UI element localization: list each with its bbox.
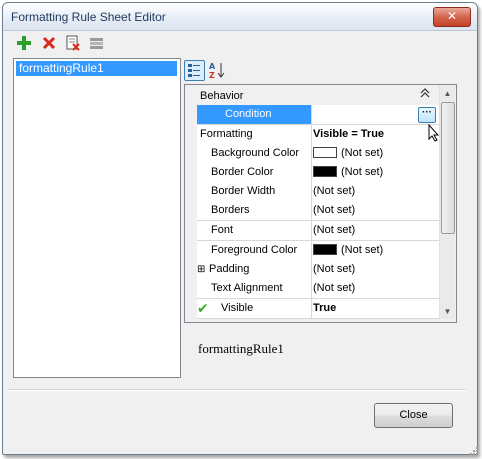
- grid-gutter: [186, 105, 197, 319]
- svg-text:Z: Z: [209, 71, 215, 80]
- prop-name: ✔ Visible: [197, 299, 312, 318]
- expand-icon[interactable]: ⊞: [197, 260, 205, 279]
- prop-value[interactable]: Visible = True: [313, 125, 439, 144]
- prop-row-padding[interactable]: ⊞ Padding (Not set): [197, 260, 439, 280]
- prop-name: Border Color: [197, 163, 312, 182]
- prop-name: Text Alignment: [197, 279, 312, 298]
- prop-value[interactable]: (Not set): [313, 201, 439, 220]
- prop-row-background-color[interactable]: Background Color (Not set): [197, 144, 439, 164]
- window-close-button[interactable]: ✕: [433, 7, 471, 27]
- delete-document-icon: [66, 35, 80, 51]
- prop-row-condition[interactable]: Condition ···: [197, 105, 439, 125]
- check-icon: ✔: [197, 300, 209, 316]
- color-swatch: [313, 146, 337, 158]
- prop-value[interactable]: (Not set): [313, 241, 439, 260]
- scroll-thumb[interactable]: [441, 102, 455, 234]
- clear-icon: [90, 38, 103, 49]
- prop-row-border-color[interactable]: Border Color (Not set): [197, 163, 439, 183]
- title-bar[interactable]: Formatting Rule Sheet Editor ✕: [3, 3, 477, 31]
- category-behavior[interactable]: Behavior: [186, 86, 440, 105]
- collapse-icon[interactable]: [420, 88, 430, 101]
- scroll-down-icon[interactable]: ▼: [440, 304, 455, 319]
- prop-name: Foreground Color: [197, 241, 312, 260]
- color-swatch: [313, 165, 337, 177]
- add-rule-button[interactable]: [14, 33, 34, 53]
- clear-rules-button[interactable]: [87, 33, 107, 53]
- ellipsis-button[interactable]: ···: [418, 107, 436, 123]
- prop-name: Condition: [197, 105, 312, 124]
- window-title: Formatting Rule Sheet Editor: [11, 10, 166, 24]
- prop-value[interactable]: (Not set): [313, 144, 439, 163]
- prop-row-borders[interactable]: Borders (Not set): [197, 201, 439, 221]
- prop-row-foreground-color[interactable]: Foreground Color (Not set): [197, 241, 439, 261]
- prop-value[interactable]: (Not set): [313, 260, 439, 279]
- close-button[interactable]: Close: [374, 403, 453, 428]
- delete-icon: [42, 36, 56, 50]
- resize-grip-icon[interactable]: [469, 446, 479, 456]
- category-label: Behavior: [200, 90, 244, 102]
- categorized-icon: [188, 64, 200, 77]
- prop-value[interactable]: (Not set): [313, 279, 439, 298]
- prop-row-border-width[interactable]: Border Width (Not set): [197, 182, 439, 202]
- prop-name: Border Width: [197, 182, 312, 201]
- prop-value[interactable]: (Not set): [313, 163, 439, 182]
- rules-list[interactable]: formattingRule1: [13, 58, 181, 378]
- prop-row-visible[interactable]: ✔ Visible True: [197, 299, 439, 319]
- delete-document-button[interactable]: [63, 33, 83, 53]
- prop-value[interactable]: (Not set): [313, 221, 439, 240]
- prop-name: Font: [197, 221, 312, 240]
- sort-az-icon: AZ: [209, 62, 225, 80]
- mouse-cursor-icon: [428, 124, 440, 142]
- prop-name: ⊞ Padding: [197, 260, 312, 279]
- prop-name: Background Color: [197, 144, 312, 163]
- prop-row-font[interactable]: Font (Not set): [197, 221, 439, 241]
- plus-icon: [17, 36, 31, 50]
- rule-preview: formattingRule1: [198, 341, 284, 356]
- prop-row-text-alignment[interactable]: Text Alignment (Not set): [197, 279, 439, 299]
- remove-rule-button[interactable]: [39, 33, 59, 53]
- alphabetical-button[interactable]: AZ: [207, 60, 227, 80]
- property-grid[interactable]: Behavior Condition ··· ⊟Formatting Visib…: [184, 84, 457, 323]
- prop-value[interactable]: (Not set): [313, 182, 439, 201]
- categorized-button[interactable]: [184, 60, 205, 81]
- prop-value[interactable]: True: [313, 299, 439, 318]
- prop-row-formatting[interactable]: ⊟Formatting Visible = True: [197, 125, 439, 145]
- grid-scrollbar[interactable]: ▲ ▼: [439, 86, 455, 319]
- scroll-up-icon[interactable]: ▲: [440, 86, 455, 101]
- footer-separator: [8, 389, 466, 391]
- prop-name: ⊟Formatting: [197, 125, 312, 144]
- svg-text:A: A: [209, 62, 216, 71]
- prop-name: Borders: [197, 201, 312, 220]
- list-item-formattingrule1[interactable]: formattingRule1: [16, 61, 177, 76]
- color-swatch: [313, 243, 337, 255]
